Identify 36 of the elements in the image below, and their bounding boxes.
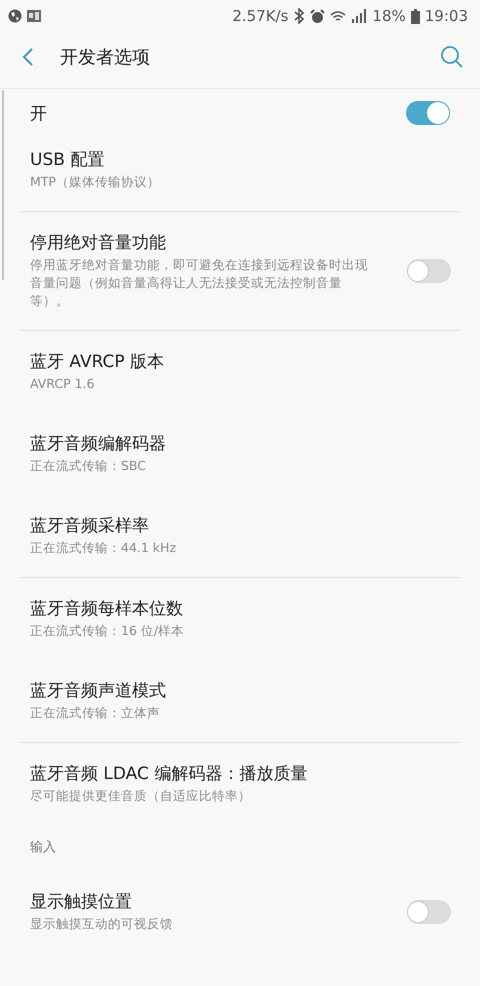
setting-summary: 显示触摸互动的可视反馈 [30, 915, 174, 933]
toggle-switch[interactable] [406, 101, 450, 125]
setting-title[interactable]: 显示触摸位置 [30, 891, 375, 913]
setting-title[interactable]: 蓝牙音频声道模式 [30, 680, 450, 702]
sim-icon [27, 10, 41, 22]
setting-summary: AVRCP 1.6 [30, 375, 96, 393]
setting-summary: 停用蓝牙绝对音量功能，即可避免在连接到远程设备时出现音量问题（例如音量高得让人无法接受或无法控制音量等）。 [30, 256, 369, 310]
toggle-switch[interactable] [407, 900, 451, 924]
battery-percent: 18% [372, 7, 406, 25]
search-button[interactable] [440, 45, 464, 69]
wifi-icon [330, 10, 346, 22]
setting-summary: 正在流式传输：SBC [30, 457, 148, 475]
bluetooth-icon [293, 8, 306, 24]
alarm-icon [310, 8, 326, 24]
signal-icon [351, 9, 368, 23]
section-header: 输入 [29, 839, 57, 857]
globe-icon [8, 9, 22, 23]
setting-summary: MTP（媒体传输协议） [30, 173, 161, 191]
setting-title[interactable]: 蓝牙音频 LDAC 编解码器：播放质量 [30, 763, 450, 785]
setting-title[interactable]: 蓝牙音频编解码器 [30, 433, 450, 455]
master-switch-label: 开 [30, 102, 48, 124]
setting-title[interactable]: 停用绝对音量功能 [30, 232, 375, 254]
setting-title[interactable]: 蓝牙 AVRCP 版本 [30, 351, 450, 373]
clock: 19:03 [424, 7, 468, 25]
back-button[interactable] [22, 47, 34, 67]
network-speed: 2.57K/s [232, 7, 288, 25]
toggle-switch[interactable] [407, 259, 451, 283]
setting-title[interactable]: 蓝牙音频采样率 [30, 515, 450, 537]
setting-summary: 尽可能提供更佳音质（自适应比特率） [30, 787, 252, 805]
setting-title[interactable]: 蓝牙音频每样本位数 [30, 598, 450, 620]
setting-summary: 正在流式传输：立体声 [30, 704, 161, 722]
setting-summary: 正在流式传输：16 位/样本 [30, 622, 186, 640]
battery-icon [410, 8, 420, 24]
setting-summary: 正在流式传输：44.1 kHz [30, 539, 178, 557]
setting-title[interactable]: USB 配置 [30, 149, 450, 171]
page-title: 开发者选项 [60, 46, 151, 69]
